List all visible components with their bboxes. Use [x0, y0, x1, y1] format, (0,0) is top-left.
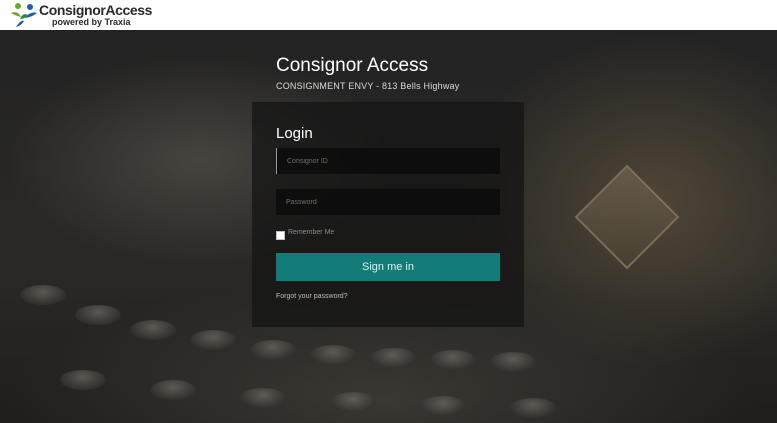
typewriter-key — [310, 345, 356, 365]
typewriter-key — [420, 396, 466, 416]
typewriter-key — [190, 330, 236, 350]
remember-me-label: Remember Me — [288, 229, 335, 236]
logo-people-icon — [11, 3, 37, 27]
typewriter-key — [130, 320, 176, 340]
forgot-password-link[interactable]: Forgot your password? — [276, 293, 348, 300]
typewriter-key — [75, 305, 121, 325]
logo-name: ConsignorAccess — [39, 2, 153, 18]
remember-me-checkbox[interactable] — [276, 231, 285, 240]
typewriter-key — [490, 352, 536, 372]
login-panel: Login Remember Me Sign me in Forgot your… — [252, 102, 524, 327]
typewriter-key — [370, 348, 416, 368]
typewriter-key — [430, 350, 476, 370]
login-heading: Login — [276, 125, 313, 142]
typewriter-key — [510, 398, 556, 418]
sign-in-button[interactable]: Sign me in — [276, 253, 500, 281]
store-header: Consignor Access CONSIGNMENT ENVY - 813 … — [276, 55, 576, 92]
typewriter-key — [330, 392, 376, 412]
consignor-id-input[interactable] — [276, 148, 500, 174]
logo-tagline: powered by Traxia — [52, 17, 131, 27]
typewriter-key — [20, 285, 66, 305]
typewriter-key — [240, 388, 286, 408]
store-location: CONSIGNMENT ENVY - 813 Bells Highway — [276, 81, 460, 91]
typewriter-emblem — [574, 164, 680, 270]
typewriter-key — [250, 340, 296, 360]
typewriter-key — [60, 370, 106, 390]
typewriter-key — [150, 380, 196, 400]
top-bar: ConsignorAccess powered by Traxia — [0, 0, 777, 30]
page-title: Consignor Access — [276, 55, 429, 76]
consignor-access-logo[interactable]: ConsignorAccess powered by Traxia — [8, 1, 152, 29]
password-input[interactable] — [276, 189, 500, 215]
